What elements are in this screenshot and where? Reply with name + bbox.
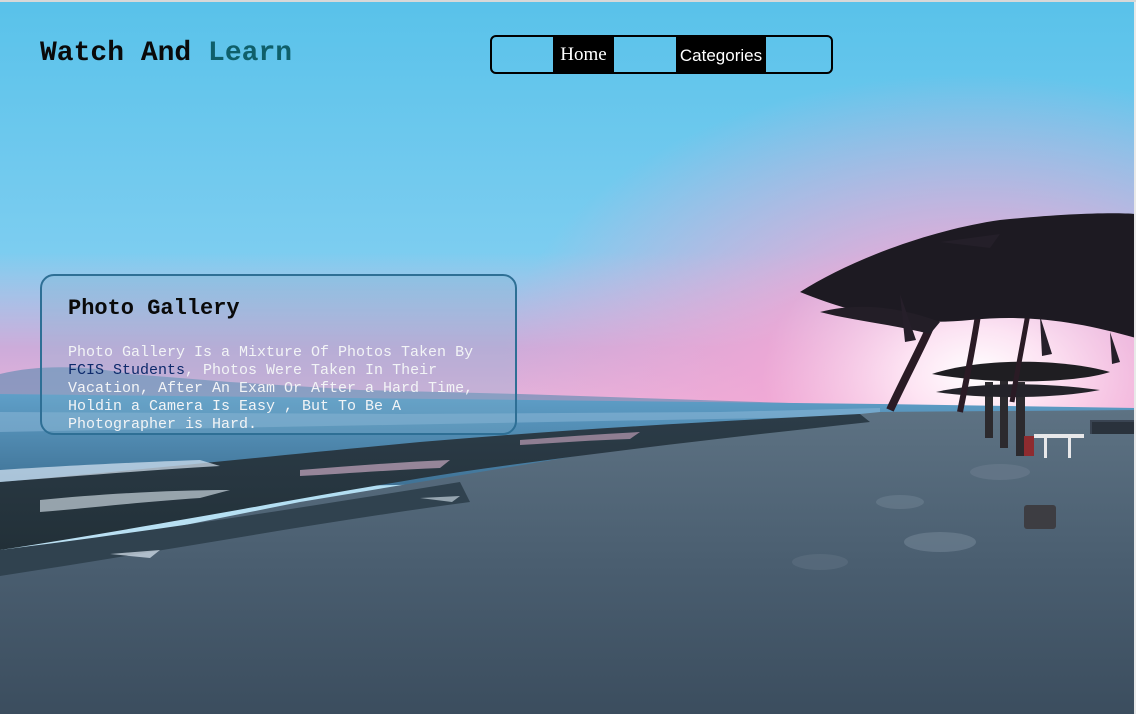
card-description: Photo Gallery Is a Mixture Of Photos Tak… <box>68 344 508 434</box>
card-title: Photo Gallery <box>68 296 240 321</box>
site-title: Watch And Learn <box>40 36 292 72</box>
nav-categories-link[interactable]: Categories <box>676 37 766 72</box>
card-text-before: Photo Gallery Is a Mixture Of Photos Tak… <box>68 344 474 361</box>
card-text-highlight: FCIS Students <box>68 362 186 379</box>
top-nav: Home Categories <box>490 35 833 74</box>
site-title-part1: Watch And <box>40 38 209 69</box>
site-title-accent: Learn <box>208 38 293 69</box>
nav-home-link[interactable]: Home <box>553 37 614 72</box>
page-root: Watch And Learn Home Categories Photo Ga… <box>0 0 1136 714</box>
photo-gallery-card: Photo Gallery Photo Gallery Is a Mixture… <box>40 274 517 435</box>
